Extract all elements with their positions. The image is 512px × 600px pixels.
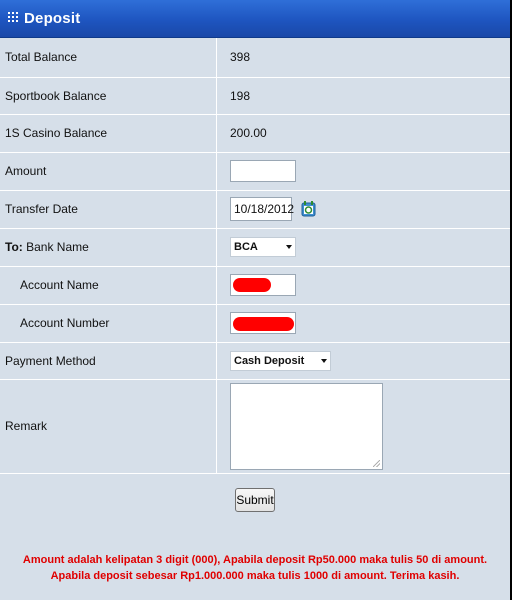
remark-textarea[interactable] [230,382,383,470]
row-account-name: Account Name [0,266,510,305]
transfer-date-label: Transfer Date [0,190,217,229]
redaction-mark [233,278,271,292]
row-amount: Amount [0,152,510,191]
account-name-label: Account Name [0,266,217,305]
bank-name-select[interactable]: BCA [230,237,296,257]
account-name-input[interactable] [230,274,296,296]
bank-name-selected: BCA [234,241,258,253]
panel-header: Deposit [0,0,510,38]
row-payment-method: Payment Method Cash Deposit [0,342,510,380]
redaction-mark [233,317,294,331]
grip-dots-icon [8,12,20,26]
sportbook-balance-label: Sportbook Balance [0,77,217,115]
row-transfer-date: Transfer Date 10/18/2012 [0,190,510,229]
row-bank-name: To: Bank Name BCA [0,228,510,267]
row-casino-balance: 1S Casino Balance 200.00 [0,114,510,153]
amount-input[interactable] [230,160,296,182]
account-number-label: Account Number [0,304,217,343]
payment-method-label: Payment Method [0,342,217,380]
submit-area: Submit [0,488,510,512]
row-sportbook-balance: Sportbook Balance 198 [0,77,510,115]
calendar-icon[interactable] [301,200,317,218]
sportbook-balance-value: 198 [216,77,510,115]
payment-method-selected: Cash Deposit [234,354,305,367]
to-prefix: To: [5,240,23,254]
amount-notice: Amount adalah kelipatan 3 digit (000), A… [22,554,488,582]
casino-balance-label: 1S Casino Balance [0,114,217,153]
submit-button[interactable]: Submit [235,488,275,512]
page-title: Deposit [24,10,81,27]
total-balance-value: 398 [216,38,510,78]
row-total-balance: Total Balance 398 [0,38,510,78]
bank-name-text: Bank Name [22,240,89,254]
transfer-date-input[interactable]: 10/18/2012 [230,197,294,221]
row-remark: Remark [0,379,510,474]
casino-balance-value: 200.00 [216,114,510,153]
chevron-down-icon [321,358,327,363]
chevron-down-icon [286,245,292,249]
total-balance-label: Total Balance [0,38,217,78]
deposit-panel: Deposit Total Balance 398 Sportbook Bala… [0,0,512,600]
resize-grip-icon[interactable] [373,459,380,467]
remark-label: Remark [0,379,217,474]
account-number-input[interactable] [230,312,296,334]
amount-label: Amount [0,152,217,191]
deposit-form: Total Balance 398 Sportbook Balance 198 … [0,38,510,474]
bank-name-label: To: Bank Name [0,228,217,267]
payment-method-select[interactable]: Cash Deposit [230,350,331,371]
row-account-number: Account Number [0,304,510,343]
